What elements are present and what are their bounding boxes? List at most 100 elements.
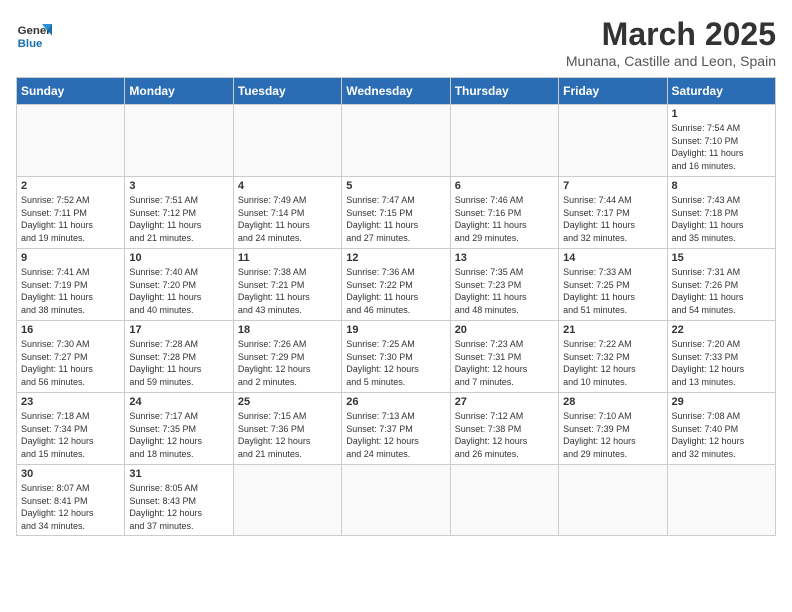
day-number: 24 xyxy=(129,396,228,408)
week-row-2: 2 Sunrise: 7:52 AM Sunset: 7:11 PM Daylig… xyxy=(17,177,776,249)
calendar-cell: 14 Sunrise: 7:33 AM Sunset: 7:25 PM Dayli… xyxy=(559,249,667,321)
day-info: Sunrise: 7:33 AM Sunset: 7:25 PM Dayligh… xyxy=(563,266,662,316)
calendar-cell xyxy=(342,105,450,177)
day-info: Sunrise: 7:47 AM Sunset: 7:15 PM Dayligh… xyxy=(346,194,445,244)
day-number: 2 xyxy=(21,180,120,192)
day-number: 6 xyxy=(455,180,554,192)
day-number: 7 xyxy=(563,180,662,192)
day-number: 5 xyxy=(346,180,445,192)
calendar-cell: 31 Sunrise: 8:05 AM Sunset: 8:43 PM Dayli… xyxy=(125,465,233,536)
day-number: 3 xyxy=(129,180,228,192)
calendar-cell: 30 Sunrise: 8:07 AM Sunset: 8:41 PM Dayli… xyxy=(17,465,125,536)
svg-text:Blue: Blue xyxy=(18,38,43,50)
day-info: Sunrise: 7:15 AM Sunset: 7:36 PM Dayligh… xyxy=(238,410,337,460)
weekday-header-thursday: Thursday xyxy=(450,78,558,105)
day-number: 25 xyxy=(238,396,337,408)
calendar-cell: 16 Sunrise: 7:30 AM Sunset: 7:27 PM Dayli… xyxy=(17,321,125,393)
weekday-header-friday: Friday xyxy=(559,78,667,105)
day-number: 19 xyxy=(346,324,445,336)
day-number: 10 xyxy=(129,252,228,264)
calendar-cell: 19Sunrise: 7:25 AM Sunset: 7:30 PM Dayli… xyxy=(342,321,450,393)
calendar-table: SundayMondayTuesdayWednesdayThursdayFrid… xyxy=(16,77,776,536)
week-row-6: 30 Sunrise: 8:07 AM Sunset: 8:41 PM Dayli… xyxy=(17,465,776,536)
calendar-cell: 28Sunrise: 7:10 AM Sunset: 7:39 PM Dayli… xyxy=(559,393,667,465)
day-number: 26 xyxy=(346,396,445,408)
day-info: Sunrise: 7:20 AM Sunset: 7:33 PM Dayligh… xyxy=(672,338,771,388)
title-block: March 2025 Munana, Castille and Leon, Sp… xyxy=(566,16,776,69)
calendar-cell: 3 Sunrise: 7:51 AM Sunset: 7:12 PM Daylig… xyxy=(125,177,233,249)
page-header: General Blue March 2025 Munana, Castille… xyxy=(16,16,776,69)
day-info: Sunrise: 7:26 AM Sunset: 7:29 PM Dayligh… xyxy=(238,338,337,388)
calendar-cell: 7 Sunrise: 7:44 AM Sunset: 7:17 PM Daylig… xyxy=(559,177,667,249)
weekday-header-sunday: Sunday xyxy=(17,78,125,105)
calendar-cell xyxy=(233,465,341,536)
day-info: Sunrise: 7:40 AM Sunset: 7:20 PM Dayligh… xyxy=(129,266,228,316)
day-number: 16 xyxy=(21,324,120,336)
calendar-cell: 6 Sunrise: 7:46 AM Sunset: 7:16 PM Daylig… xyxy=(450,177,558,249)
calendar-cell xyxy=(233,105,341,177)
week-row-5: 23Sunrise: 7:18 AM Sunset: 7:34 PM Dayli… xyxy=(17,393,776,465)
day-info: Sunrise: 7:17 AM Sunset: 7:35 PM Dayligh… xyxy=(129,410,228,460)
day-info: Sunrise: 7:51 AM Sunset: 7:12 PM Dayligh… xyxy=(129,194,228,244)
day-number: 29 xyxy=(672,396,771,408)
calendar-cell: 26 Sunrise: 7:13 AM Sunset: 7:37 PM Dayli… xyxy=(342,393,450,465)
calendar-cell: 10 Sunrise: 7:40 AM Sunset: 7:20 PM Dayli… xyxy=(125,249,233,321)
day-info: Sunrise: 8:05 AM Sunset: 8:43 PM Dayligh… xyxy=(129,482,228,532)
day-number: 8 xyxy=(672,180,771,192)
calendar-cell xyxy=(559,105,667,177)
day-info: Sunrise: 7:23 AM Sunset: 7:31 PM Dayligh… xyxy=(455,338,554,388)
day-info: Sunrise: 7:52 AM Sunset: 7:11 PM Dayligh… xyxy=(21,194,120,244)
week-row-3: 9Sunrise: 7:41 AM Sunset: 7:19 PM Daylig… xyxy=(17,249,776,321)
calendar-cell: 29 Sunrise: 7:08 AM Sunset: 7:40 PM Dayli… xyxy=(667,393,775,465)
day-info: Sunrise: 8:07 AM Sunset: 8:41 PM Dayligh… xyxy=(21,482,120,532)
calendar-cell: 15 Sunrise: 7:31 AM Sunset: 7:26 PM Dayli… xyxy=(667,249,775,321)
calendar-cell: 8 Sunrise: 7:43 AM Sunset: 7:18 PM Daylig… xyxy=(667,177,775,249)
day-number: 18 xyxy=(238,324,337,336)
weekday-header-monday: Monday xyxy=(125,78,233,105)
weekday-header-wednesday: Wednesday xyxy=(342,78,450,105)
day-info: Sunrise: 7:49 AM Sunset: 7:14 PM Dayligh… xyxy=(238,194,337,244)
day-info: Sunrise: 7:44 AM Sunset: 7:17 PM Dayligh… xyxy=(563,194,662,244)
day-number: 30 xyxy=(21,468,120,480)
day-info: Sunrise: 7:46 AM Sunset: 7:16 PM Dayligh… xyxy=(455,194,554,244)
day-info: Sunrise: 7:13 AM Sunset: 7:37 PM Dayligh… xyxy=(346,410,445,460)
calendar-cell: 21 Sunrise: 7:22 AM Sunset: 7:32 PM Dayli… xyxy=(559,321,667,393)
day-number: 21 xyxy=(563,324,662,336)
calendar-cell xyxy=(450,105,558,177)
calendar-cell: 20Sunrise: 7:23 AM Sunset: 7:31 PM Dayli… xyxy=(450,321,558,393)
day-number: 9 xyxy=(21,252,120,264)
calendar-cell: 9Sunrise: 7:41 AM Sunset: 7:19 PM Daylig… xyxy=(17,249,125,321)
day-info: Sunrise: 7:36 AM Sunset: 7:22 PM Dayligh… xyxy=(346,266,445,316)
day-info: Sunrise: 7:18 AM Sunset: 7:34 PM Dayligh… xyxy=(21,410,120,460)
calendar-cell: 23Sunrise: 7:18 AM Sunset: 7:34 PM Dayli… xyxy=(17,393,125,465)
calendar-cell: 25 Sunrise: 7:15 AM Sunset: 7:36 PM Dayli… xyxy=(233,393,341,465)
day-info: Sunrise: 7:08 AM Sunset: 7:40 PM Dayligh… xyxy=(672,410,771,460)
weekday-header-saturday: Saturday xyxy=(667,78,775,105)
weekday-header-tuesday: Tuesday xyxy=(233,78,341,105)
day-number: 28 xyxy=(563,396,662,408)
day-number: 11 xyxy=(238,252,337,264)
calendar-cell: 22 Sunrise: 7:20 AM Sunset: 7:33 PM Dayli… xyxy=(667,321,775,393)
day-info: Sunrise: 7:35 AM Sunset: 7:23 PM Dayligh… xyxy=(455,266,554,316)
calendar-cell: 12 Sunrise: 7:36 AM Sunset: 7:22 PM Dayli… xyxy=(342,249,450,321)
calendar-cell: 1Sunrise: 7:54 AM Sunset: 7:10 PM Daylig… xyxy=(667,105,775,177)
day-number: 31 xyxy=(129,468,228,480)
calendar-cell xyxy=(559,465,667,536)
day-number: 15 xyxy=(672,252,771,264)
logo: General Blue xyxy=(16,16,52,52)
day-info: Sunrise: 7:43 AM Sunset: 7:18 PM Dayligh… xyxy=(672,194,771,244)
calendar-cell: 4 Sunrise: 7:49 AM Sunset: 7:14 PM Daylig… xyxy=(233,177,341,249)
day-number: 4 xyxy=(238,180,337,192)
day-info: Sunrise: 7:31 AM Sunset: 7:26 PM Dayligh… xyxy=(672,266,771,316)
day-number: 22 xyxy=(672,324,771,336)
day-number: 12 xyxy=(346,252,445,264)
day-info: Sunrise: 7:38 AM Sunset: 7:21 PM Dayligh… xyxy=(238,266,337,316)
day-info: Sunrise: 7:28 AM Sunset: 7:28 PM Dayligh… xyxy=(129,338,228,388)
day-info: Sunrise: 7:22 AM Sunset: 7:32 PM Dayligh… xyxy=(563,338,662,388)
day-number: 14 xyxy=(563,252,662,264)
logo-icon: General Blue xyxy=(16,16,52,52)
day-info: Sunrise: 7:30 AM Sunset: 7:27 PM Dayligh… xyxy=(21,338,120,388)
day-info: Sunrise: 7:12 AM Sunset: 7:38 PM Dayligh… xyxy=(455,410,554,460)
day-info: Sunrise: 7:54 AM Sunset: 7:10 PM Dayligh… xyxy=(672,122,771,172)
calendar-cell xyxy=(450,465,558,536)
